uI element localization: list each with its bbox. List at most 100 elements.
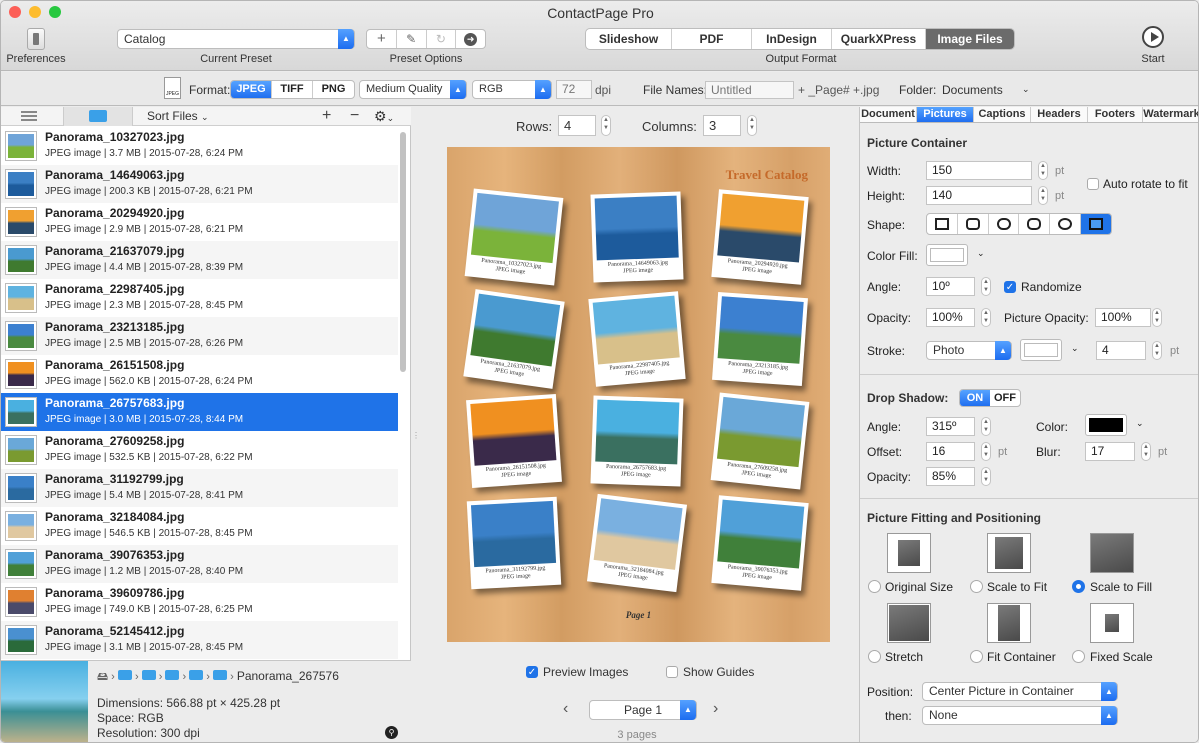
height-field[interactable]: 140 [926,186,1032,205]
shadow-opacity-field[interactable]: 85% [926,467,975,486]
offset-field[interactable]: 16 [926,442,975,461]
drop-shadow-toggle[interactable]: ON OFF [959,389,1021,407]
opacity-stepper[interactable]: ▲ ▼ [981,308,991,327]
file-list-item[interactable]: Panorama_32184084.jpg JPEG image | 546.5 … [1,507,398,545]
original-size-icon[interactable] [887,533,931,573]
stretch-radio[interactable] [868,650,881,663]
tab-footers[interactable]: Footers [1088,107,1143,122]
rows-stepper[interactable]: ▲ ▼ [601,115,611,136]
file-list-item[interactable]: Panorama_23213185.jpg JPEG image | 2.5 MB… [1,317,398,355]
revert-preset-icon[interactable]: ↻ [427,30,457,48]
height-stepper[interactable]: ▲ ▼ [1038,186,1048,205]
tab-watermark[interactable]: Watermark [1143,107,1198,122]
file-list-item[interactable]: Panorama_10327023.jpg JPEG image | 3.7 MB… [1,127,398,165]
tab-slideshow[interactable]: Slideshow [586,29,672,49]
color-mode-select[interactable]: RGB ▲ [472,80,552,99]
previous-page-icon[interactable]: ‹ [563,700,568,718]
show-guides-checkbox[interactable] [666,666,678,678]
picture-opacity-field[interactable]: 100% [1095,308,1151,327]
path-bar[interactable]: 🖴 › › › › › › Panorama_267576 [97,668,339,687]
fit-container-icon[interactable] [987,603,1031,643]
position-select[interactable]: Center Picture in Container ▲ [922,682,1118,701]
tab-document[interactable]: Document [860,107,917,122]
angle-field[interactable]: 10º [926,277,975,296]
file-list-item[interactable]: Panorama_26757683.jpg JPEG image | 3.0 MB… [1,393,398,431]
original-size-radio[interactable] [868,580,881,593]
folder-view-button[interactable] [63,107,133,126]
tab-indesign[interactable]: InDesign [752,29,832,49]
add-file-icon[interactable]: + [322,107,331,125]
shape-octagon-icon[interactable] [1019,214,1051,234]
fixed-scale-radio[interactable] [1072,650,1085,663]
blur-field[interactable]: 17 [1085,442,1135,461]
scale-to-fill-icon[interactable] [1090,533,1134,573]
color-fill-well[interactable] [926,244,968,266]
shadow-opacity-stepper[interactable]: ▲ ▼ [981,467,991,486]
catalog-photo[interactable]: Panorama_21637079.jpg JPEG image [463,289,565,389]
sort-files-button[interactable]: Sort Files ⌄ [147,109,209,123]
file-list-item[interactable]: Panorama_22987405.jpg JPEG image | 2.3 MB… [1,279,398,317]
shadow-angle-stepper[interactable]: ▲ ▼ [981,417,991,436]
page-select[interactable]: Page 1 ▲ [589,700,697,720]
tab-pictures[interactable]: Pictures [917,107,974,122]
file-list-scrollbar[interactable] [400,132,406,372]
dpi-field[interactable]: 72 [556,80,592,99]
add-preset-icon[interactable]: + [367,30,397,48]
shape-bevel-icon[interactable] [989,214,1020,234]
stroke-width-field[interactable]: 4 [1096,341,1146,360]
file-list-item[interactable]: Panorama_39609786.jpg JPEG image | 749.0 … [1,583,398,621]
file-list-item[interactable]: Panorama_20294920.jpg JPEG image | 2.9 MB… [1,203,398,241]
file-list-item[interactable]: Panorama_31192799.jpg JPEG image | 5.4 MB… [1,469,398,507]
stretch-icon[interactable] [887,603,931,643]
stroke-color-well[interactable] [1020,339,1062,361]
fixed-scale-icon[interactable] [1090,603,1134,643]
folder-select[interactable]: Documents ⌄ [942,83,1034,97]
randomize-checkbox[interactable]: ✓ [1004,281,1016,293]
shape-rounded-icon[interactable] [958,214,989,234]
shadow-color-well[interactable] [1085,414,1127,436]
opacity-field[interactable]: 100% [926,308,975,327]
catalog-photo[interactable]: Panorama_27609258.jpg JPEG image [710,392,810,490]
catalog-photo[interactable]: Panorama_32184084.jpg JPEG image [586,493,688,593]
tab-captions[interactable]: Captions [974,107,1031,122]
quality-select[interactable]: Medium Quality ▲ [359,80,467,99]
picture-opacity-stepper[interactable]: ▲ ▼ [1152,308,1162,327]
format-jpeg[interactable]: JPEG [231,81,272,98]
catalog-photo[interactable]: Panorama_31192799.jpg JPEG image [466,496,562,590]
file-list-item[interactable]: Panorama_52145412.jpg JPEG image | 3.1 MB… [1,621,398,659]
format-png[interactable]: PNG [313,81,354,98]
list-view-icon[interactable] [21,111,37,121]
catalog-photo[interactable]: Panorama_23213185.jpg JPEG image [712,291,808,387]
scale-to-fill-radio[interactable] [1072,580,1085,593]
scale-to-fit-icon[interactable] [987,533,1031,573]
columns-field[interactable]: 3 [703,115,741,136]
width-field[interactable]: 150 [926,161,1032,180]
file-name-input[interactable] [705,81,794,99]
shape-square-icon[interactable] [927,214,958,234]
scale-to-fit-radio[interactable] [970,580,983,593]
stroke-width-stepper[interactable]: ▲ ▼ [1152,341,1162,360]
magnifier-icon[interactable]: ⚲ [385,726,398,739]
shadow-angle-field[interactable]: 315º [926,417,975,436]
blur-stepper[interactable]: ▲ ▼ [1141,442,1151,461]
width-stepper[interactable]: ▲ ▼ [1038,161,1048,180]
tab-image-files[interactable]: Image Files [926,29,1014,49]
tab-pdf[interactable]: PDF [672,29,752,49]
export-preset-icon[interactable]: ➜ [456,30,485,48]
shadow-off-button[interactable]: OFF [990,390,1020,406]
file-list-item[interactable]: Panorama_39076353.jpg JPEG image | 1.2 MB… [1,545,398,583]
gear-icon[interactable]: ⚙⌄ [374,108,394,125]
preset-select[interactable]: Catalog ▲ [117,29,355,49]
remove-file-icon[interactable]: − [350,107,359,125]
edit-preset-icon[interactable]: ✎ [397,30,427,48]
next-page-icon[interactable]: › [713,700,718,718]
preview-images-checkbox[interactable]: ✓ [526,666,538,678]
catalog-photo[interactable]: Panorama_26757683.jpg JPEG image [590,395,684,487]
preferences-icon[interactable] [27,28,45,50]
tab-headers[interactable]: Headers [1031,107,1088,122]
format-tiff[interactable]: TIFF [272,81,313,98]
file-list-item[interactable]: Panorama_14649063.jpg JPEG image | 200.3 … [1,165,398,203]
start-button[interactable] [1142,26,1164,48]
catalog-photo[interactable]: Panorama_22987405.jpg JPEG image [588,291,686,387]
shadow-on-button[interactable]: ON [960,390,990,406]
